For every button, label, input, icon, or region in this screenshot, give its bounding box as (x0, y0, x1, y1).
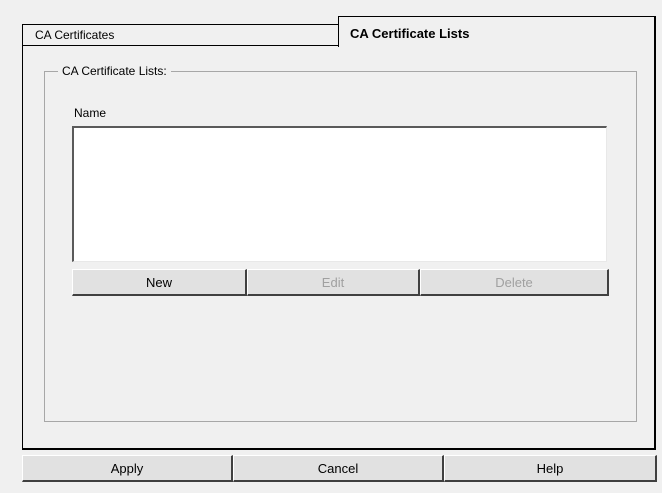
certificate-lists-listbox[interactable] (72, 126, 607, 262)
tab-ca-certificate-lists-label: CA Certificate Lists (350, 25, 470, 41)
apply-button[interactable]: Apply (22, 455, 233, 482)
tab-panel-divider (22, 45, 339, 46)
cancel-button[interactable]: Cancel (233, 455, 444, 482)
new-button[interactable]: New (72, 269, 247, 296)
tab-ca-certificates[interactable]: CA Certificates (22, 24, 340, 46)
name-column-label: Name (74, 106, 107, 120)
tab-ca-certificate-lists[interactable]: CA Certificate Lists (338, 16, 656, 47)
tab-ca-certificates-label: CA Certificates (35, 28, 115, 42)
edit-button[interactable]: Edit (247, 269, 420, 296)
groupbox-legend: CA Certificate Lists: (58, 63, 171, 79)
help-button[interactable]: Help (444, 455, 657, 482)
delete-button[interactable]: Delete (420, 269, 609, 296)
